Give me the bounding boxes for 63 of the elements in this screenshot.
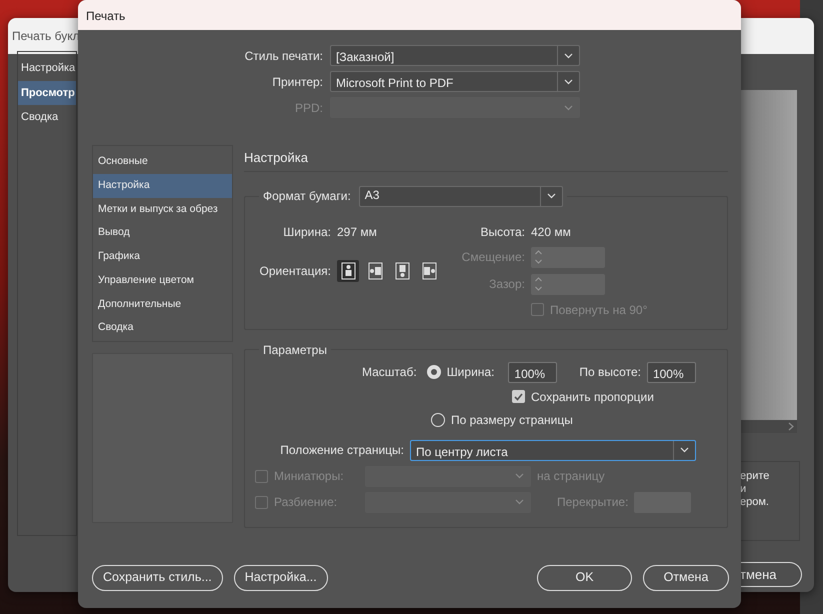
chevron-icon xyxy=(546,193,556,199)
category-item[interactable]: Вывод xyxy=(93,221,232,245)
text-field[interactable]: 100% xyxy=(646,362,696,382)
category-item[interactable]: Метки и выпуск за обрез xyxy=(93,198,232,222)
category-item[interactable]: Основные xyxy=(93,150,232,174)
chevron-icon xyxy=(788,422,794,431)
page-icon xyxy=(340,262,356,280)
window-title: Печать xyxy=(86,9,126,23)
dropdown[interactable]: Microsoft Print to PDF xyxy=(330,71,580,92)
field-label: Принтер: xyxy=(271,74,323,90)
note-text: и xyxy=(740,483,748,496)
field-label: Высота: xyxy=(479,224,525,240)
field-label: Ширина: xyxy=(446,364,494,381)
field-value: 297 мм xyxy=(337,224,378,240)
chevron-icon xyxy=(514,473,524,479)
orientation-button[interactable] xyxy=(337,260,359,282)
radio-button[interactable] xyxy=(426,365,441,379)
button[interactable]: Настройка... xyxy=(234,564,328,590)
chevron-icon xyxy=(564,104,572,110)
text-field[interactable]: 100% xyxy=(508,362,558,382)
stepper-icon xyxy=(534,276,543,292)
chevron-icon xyxy=(564,52,573,58)
group-title: Параметры xyxy=(262,344,328,356)
field-label: Положение страницы: xyxy=(279,442,404,459)
ok-button[interactable]: OK xyxy=(537,564,632,590)
field-value: 420 мм xyxy=(531,224,572,240)
sidebar-item[interactable]: Настройка xyxy=(18,56,76,80)
category-item[interactable]: Настройка xyxy=(93,174,232,198)
spin-field[interactable] xyxy=(531,246,605,268)
chevron-icon xyxy=(680,447,689,453)
section-title: Настройка xyxy=(244,145,728,172)
page-icon xyxy=(422,262,436,280)
field-label: Стиль печати: xyxy=(244,48,323,64)
button[interactable]: Сохранить стиль... xyxy=(92,564,223,590)
category-item[interactable]: Дополнительные xyxy=(93,292,232,316)
field-label: Формат бумаги: xyxy=(263,190,351,202)
field-label: Ориентация: xyxy=(258,262,331,280)
field-label: Масштаб: xyxy=(362,364,417,381)
category-item[interactable]: Сводка xyxy=(93,316,232,340)
sidebar-item[interactable]: Сводка xyxy=(18,105,76,130)
page-icon xyxy=(368,262,382,280)
dropdown[interactable]: [Заказной] xyxy=(330,45,580,66)
cancel-button[interactable]: Отмена xyxy=(643,564,729,590)
note-text: ером. xyxy=(740,496,770,509)
field-label: По высоте: xyxy=(579,364,641,381)
dropdown[interactable] xyxy=(365,466,531,486)
chevron-icon xyxy=(564,78,573,84)
field-label: Ширина: xyxy=(282,224,331,240)
category-item[interactable]: Управление цветом xyxy=(93,268,232,292)
chevron-icon xyxy=(514,499,524,505)
category-item[interactable]: Графика xyxy=(93,245,232,269)
dropdown[interactable]: A3 xyxy=(358,186,563,206)
page-icon xyxy=(394,262,410,280)
scrollbar[interactable] xyxy=(740,420,797,433)
dropdown[interactable] xyxy=(365,492,531,512)
spin-field[interactable] xyxy=(531,274,605,294)
radio-button[interactable] xyxy=(431,412,445,426)
stepper-icon xyxy=(534,249,543,265)
sidebar-item[interactable]: Просмотр xyxy=(18,80,76,105)
dropdown[interactable]: По центру листа xyxy=(410,440,696,460)
radio-label: По размеру страницы xyxy=(451,412,573,428)
note-text: ерите xyxy=(740,470,770,483)
checkbox-label: Сохранить пропорции xyxy=(531,388,654,406)
